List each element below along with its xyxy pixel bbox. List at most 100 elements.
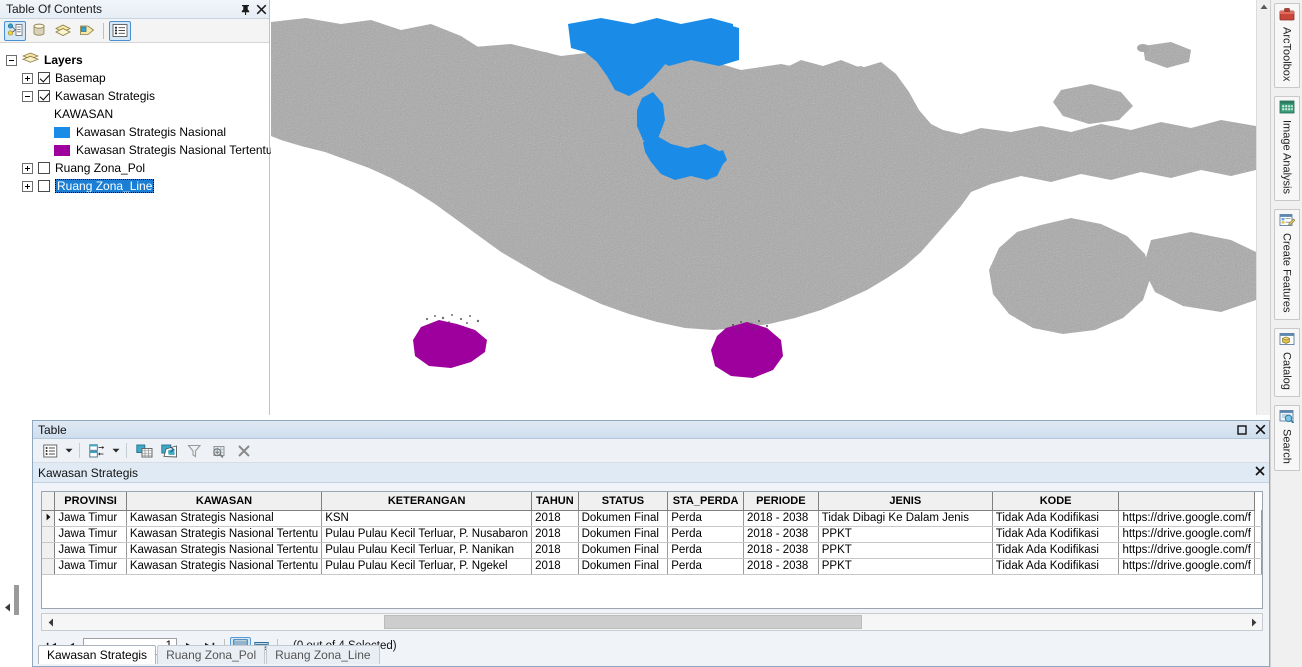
close-icon[interactable] <box>1251 422 1269 438</box>
column-header-kawasan[interactable]: KAWASAN <box>126 492 321 510</box>
table-cell[interactable]: PPKT <box>818 558 992 574</box>
options-icon[interactable] <box>109 21 131 41</box>
pin-icon[interactable] <box>237 1 253 17</box>
table-cell[interactable]: 2018 - 2038 <box>743 510 818 526</box>
table-cell[interactable]: KSN <box>322 510 532 526</box>
map-vertical-scrollbar[interactable] <box>1256 0 1270 415</box>
table-cell[interactable]: Jawa Timur <box>55 558 126 574</box>
table-cell[interactable]: 2018 <box>532 542 579 558</box>
column-header-extra[interactable] <box>1119 492 1255 510</box>
scroll-left-icon[interactable] <box>42 614 59 630</box>
expand-expander-icon[interactable] <box>22 73 33 84</box>
close-icon[interactable] <box>1251 466 1269 479</box>
table-cell[interactable]: Pulau Pulau Kecil Terluar, P. Nusabaron <box>322 526 532 542</box>
list-by-source-icon[interactable] <box>28 21 50 41</box>
legend-swatch-purple[interactable] <box>54 145 70 156</box>
table-cell[interactable]: 2018 <box>532 510 579 526</box>
column-header-tahun[interactable]: TAHUN <box>532 492 579 510</box>
table-cell[interactable]: 2018 - 2038 <box>743 542 818 558</box>
scrollbar-track[interactable] <box>59 614 1245 630</box>
table-cell[interactable]: https://drive.google.com/f <box>1119 542 1255 558</box>
attribute-grid[interactable]: PROVINSI KAWASAN KETERANGAN TAHUN STATUS… <box>41 491 1263 609</box>
table-cell[interactable]: Pulau Pulau Kecil Terluar, P. Ngekel <box>322 558 532 574</box>
sidetab-arctoolbox[interactable]: ArcToolbox <box>1274 3 1300 88</box>
row-selector-cell[interactable] <box>42 542 55 558</box>
table-cell[interactable]: Perda <box>668 542 744 558</box>
table-cell[interactable]: Pulau Pulau Kecil Terluar, P. Nanikan <box>322 542 532 558</box>
sidetab-search[interactable]: Search <box>1274 405 1300 471</box>
table-cell[interactable]: 2018 - 2038 <box>743 558 818 574</box>
column-header-jenis[interactable]: JENIS <box>818 492 992 510</box>
table-cell[interactable]: Kawasan Strategis Nasional Tertentu <box>126 542 321 558</box>
table-tab-kawasan-strategis[interactable]: Kawasan Strategis <box>38 645 156 664</box>
sidetab-catalog[interactable]: Catalog <box>1274 328 1300 397</box>
table-cell[interactable]: Dokumen Final <box>578 542 668 558</box>
table-cell[interactable]: Tidak Dibagi Ke Dalam Jenis <box>818 510 992 526</box>
layer-visibility-checkbox[interactable] <box>38 72 50 84</box>
table-tab-ruang-zona-pol[interactable]: Ruang Zona_Pol <box>157 645 265 664</box>
collapse-expander-icon[interactable] <box>22 91 33 102</box>
table-options-caret-icon[interactable] <box>63 441 74 461</box>
table-cell-extra[interactable] <box>1255 542 1262 558</box>
scrollbar-thumb[interactable] <box>384 615 862 629</box>
table-options-icon[interactable] <box>38 441 62 461</box>
row-selector-cell[interactable] <box>42 526 55 542</box>
toc-item-ruang-zona-line[interactable]: Ruang Zona_Line <box>6 177 269 195</box>
toc-item-basemap[interactable]: Basemap <box>6 69 269 87</box>
collapse-expander-icon[interactable] <box>6 55 17 66</box>
table-cell[interactable]: Perda <box>668 558 744 574</box>
delete-selected-icon[interactable] <box>232 441 256 461</box>
related-tables-icon[interactable] <box>85 441 109 461</box>
table-cell[interactable]: Perda <box>668 526 744 542</box>
table-cell[interactable]: https://drive.google.com/f <box>1119 526 1255 542</box>
row-selector-cell[interactable] <box>42 510 55 526</box>
table-row[interactable]: Jawa TimurKawasan Strategis NasionalKSN2… <box>42 510 1262 526</box>
table-cell-extra[interactable] <box>1255 526 1262 542</box>
zoom-to-selected-icon[interactable] <box>207 441 231 461</box>
list-by-visibility-icon[interactable] <box>52 21 74 41</box>
column-header-kode[interactable]: KODE <box>992 492 1119 510</box>
table-cell[interactable]: 2018 <box>532 526 579 542</box>
table-cell[interactable]: Kawasan Strategis Nasional Tertentu <box>126 558 321 574</box>
toc-legend-item-ksnt[interactable]: Kawasan Strategis Nasional Tertentu <box>6 141 269 159</box>
table-cell[interactable]: Jawa Timur <box>55 510 126 526</box>
column-header-provinsi[interactable]: PROVINSI <box>55 492 126 510</box>
clear-selection-icon[interactable] <box>182 441 206 461</box>
related-tables-caret-icon[interactable] <box>110 441 121 461</box>
dock-splitter-handle[interactable] <box>14 585 19 615</box>
legend-swatch-blue[interactable] <box>54 127 70 138</box>
table-cell[interactable]: PPKT <box>818 526 992 542</box>
expand-expander-icon[interactable] <box>22 181 33 192</box>
table-row[interactable]: Jawa TimurKawasan Strategis Nasional Ter… <box>42 542 1262 558</box>
table-cell[interactable]: Dokumen Final <box>578 510 668 526</box>
table-cell[interactable]: Kawasan Strategis Nasional <box>126 510 321 526</box>
table-cell[interactable]: Perda <box>668 510 744 526</box>
table-cell[interactable]: Tidak Ada Kodifikasi <box>992 558 1119 574</box>
scroll-left-icon[interactable] <box>4 603 11 614</box>
restore-window-icon[interactable] <box>1233 422 1251 438</box>
table-tab-ruang-zona-line[interactable]: Ruang Zona_Line <box>266 645 379 664</box>
select-by-attributes-icon[interactable] <box>132 441 156 461</box>
toc-item-kawasan-strategis[interactable]: Kawasan Strategis <box>6 87 269 105</box>
table-cell[interactable]: Tidak Ada Kodifikasi <box>992 542 1119 558</box>
layer-visibility-checkbox[interactable] <box>38 90 50 102</box>
row-selector-cell[interactable] <box>42 558 55 574</box>
list-by-selection-icon[interactable] <box>76 21 98 41</box>
chevron-up-icon[interactable] <box>1257 0 1271 14</box>
sidetab-image-analysis[interactable]: Image Analysis <box>1274 96 1300 201</box>
table-cell[interactable]: Kawasan Strategis Nasional Tertentu <box>126 526 321 542</box>
table-cell[interactable]: Jawa Timur <box>55 526 126 542</box>
toc-root-layers[interactable]: Layers <box>6 51 269 69</box>
table-cell[interactable]: Tidak Ada Kodifikasi <box>992 526 1119 542</box>
map-canvas[interactable] <box>271 0 1256 415</box>
column-header-keterangan[interactable]: KETERANGAN <box>322 492 532 510</box>
sidetab-create-features[interactable]: Create Features <box>1274 209 1300 319</box>
toc-legend-item-ksn[interactable]: Kawasan Strategis Nasional <box>6 123 269 141</box>
table-cell[interactable]: https://drive.google.com/f <box>1119 510 1255 526</box>
table-cell[interactable]: 2018 - 2038 <box>743 526 818 542</box>
layer-visibility-checkbox[interactable] <box>38 180 50 192</box>
close-icon[interactable] <box>253 1 269 17</box>
table-cell[interactable]: https://drive.google.com/f <box>1119 558 1255 574</box>
table-cell[interactable]: 2018 <box>532 558 579 574</box>
column-header-periode[interactable]: PERIODE <box>743 492 818 510</box>
